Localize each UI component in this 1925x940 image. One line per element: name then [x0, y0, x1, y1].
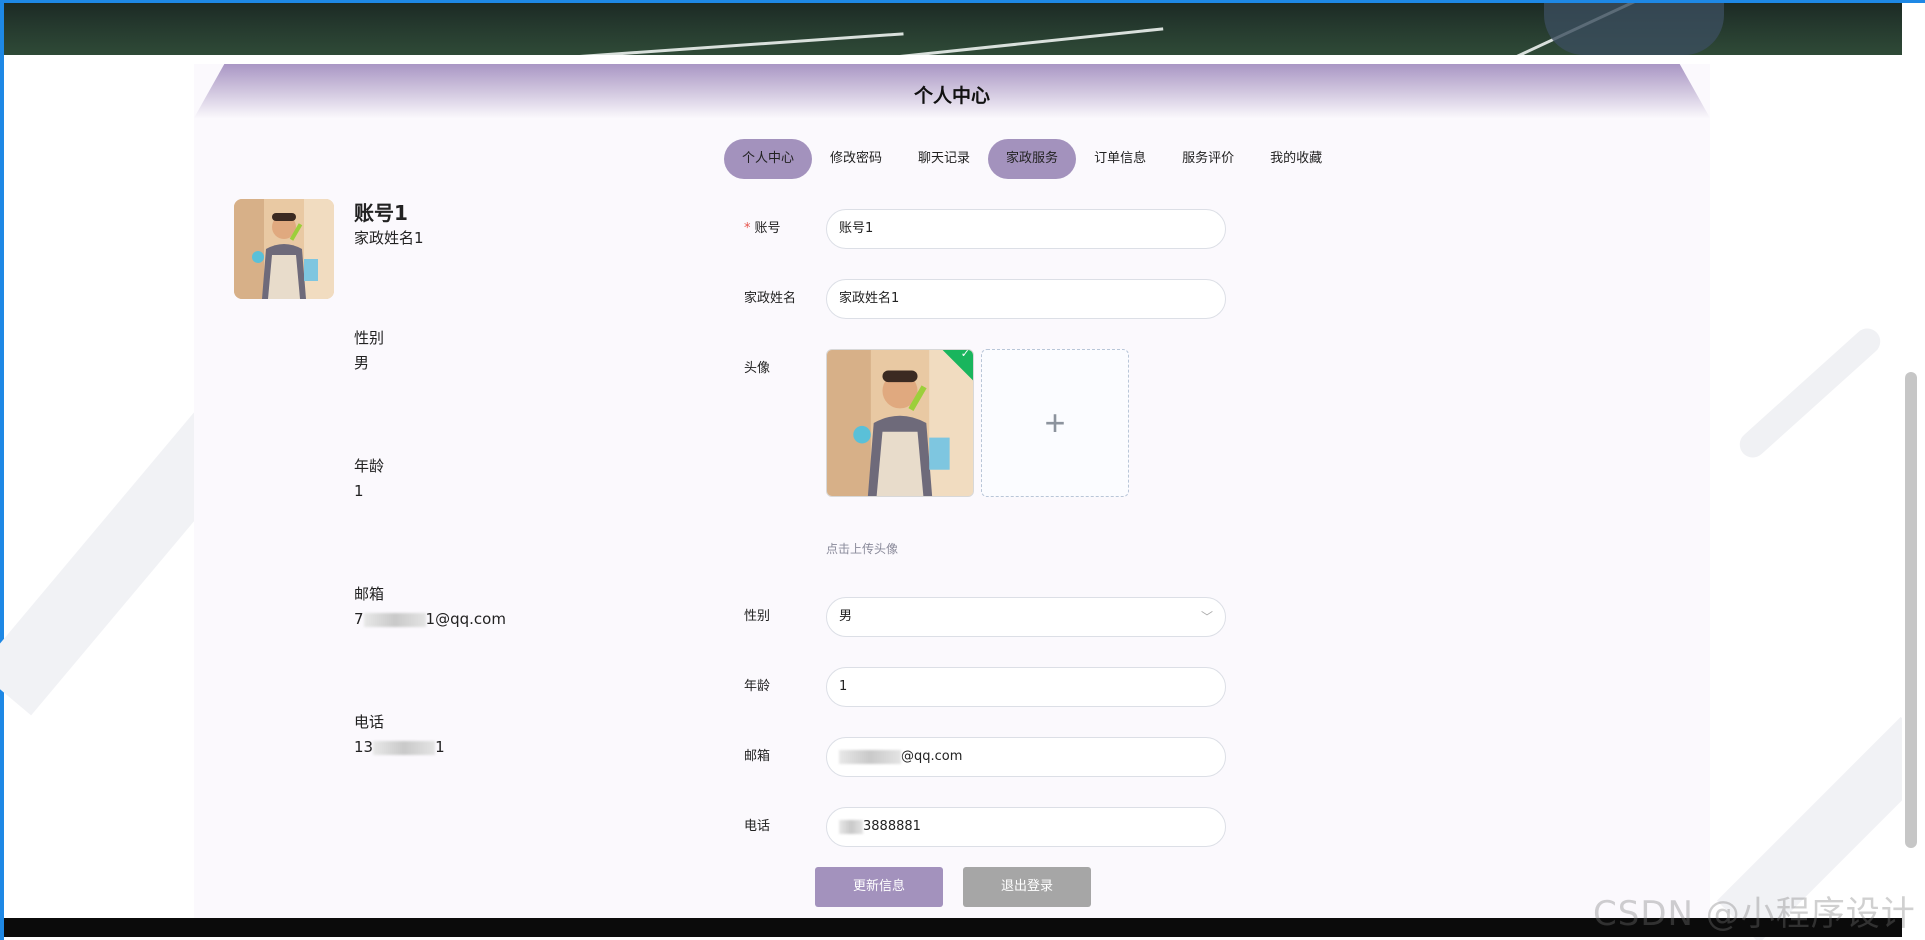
account-input[interactable]: 账号1: [826, 209, 1226, 249]
email-label: 邮箱: [354, 585, 385, 603]
profile-tabs: 个人中心 修改密码 聊天记录 家政服务 订单信息 服务评价 我的收藏: [724, 139, 1340, 179]
person-photo-icon: [827, 350, 973, 496]
email-input[interactable]: @qq.com: [826, 737, 1226, 777]
redacted-blur: [373, 740, 436, 755]
phone-field-label: 电话: [744, 819, 771, 834]
age-label: 年龄: [354, 457, 385, 475]
tab-chat-records[interactable]: 聊天记录: [900, 139, 988, 179]
redacted-blur: [363, 612, 426, 627]
tab-personal-center[interactable]: 个人中心: [724, 139, 813, 179]
person-photo-icon: [234, 199, 334, 299]
avatar-label: 头像: [744, 361, 771, 376]
profile-name: 家政姓名1: [354, 229, 424, 247]
uploaded-avatar-thumb[interactable]: ✓: [826, 349, 974, 497]
tab-my-favorites[interactable]: 我的收藏: [1252, 139, 1340, 179]
top-banner-image: [4, 3, 1902, 55]
name-input[interactable]: 家政姓名1: [826, 279, 1226, 319]
avatar: [234, 199, 334, 299]
account-label: * 账号: [744, 221, 781, 236]
email-value: 7 1@qq.com: [354, 610, 506, 628]
update-info-button[interactable]: 更新信息: [815, 867, 943, 907]
phone-value: 13 1: [354, 738, 445, 756]
upload-add-button[interactable]: +: [981, 349, 1129, 497]
form-row-name: 家政姓名 家政姓名1: [744, 279, 1264, 319]
form-row-account: * 账号 账号1: [744, 209, 1264, 249]
tab-service-review[interactable]: 服务评价: [1164, 139, 1252, 179]
scrollbar-thumb[interactable]: [1905, 372, 1917, 848]
page-title: 个人中心: [913, 85, 990, 107]
logout-button[interactable]: 退出登录: [963, 867, 1091, 907]
panel-header: 个人中心: [194, 64, 1710, 118]
phone-label: 电话: [354, 713, 385, 731]
redacted-blur: [839, 749, 901, 764]
form-row-email: 邮箱 @qq.com: [744, 737, 1264, 777]
tab-order-info[interactable]: 订单信息: [1076, 139, 1164, 179]
name-label: 家政姓名: [744, 291, 797, 306]
age-value: 1: [354, 482, 364, 500]
profile-account: 账号1: [354, 201, 408, 225]
profile-age: 年龄 1: [354, 454, 384, 504]
gender-field-label: 性别: [744, 609, 771, 624]
age-field-label: 年龄: [744, 679, 771, 694]
tab-housekeeping-service[interactable]: 家政服务: [988, 139, 1077, 179]
profile-email: 邮箱 7 1@qq.com: [354, 582, 506, 632]
tab-change-password[interactable]: 修改密码: [812, 139, 900, 179]
profile-phone: 电话 13 1: [354, 710, 445, 760]
form-row-phone: 电话 3888881: [744, 807, 1264, 847]
profile-gender: 性别 男: [354, 326, 384, 376]
chevron-down-icon: ﹀: [1200, 610, 1213, 624]
gender-select[interactable]: 男 ﹀: [826, 597, 1226, 637]
age-input[interactable]: 1: [826, 667, 1226, 707]
gender-value: 男: [354, 354, 370, 372]
email-field-label: 邮箱: [744, 749, 771, 764]
form-row-gender: 性别 男 ﹀: [744, 597, 1264, 637]
gender-label: 性别: [354, 329, 385, 347]
upload-hint: 点击上传头像: [826, 542, 899, 556]
watermark: CSDN @小程序设计: [1593, 894, 1916, 934]
redacted-blur: [839, 819, 863, 834]
form-row-age: 年龄 1: [744, 667, 1264, 707]
phone-input[interactable]: 3888881: [826, 807, 1226, 847]
